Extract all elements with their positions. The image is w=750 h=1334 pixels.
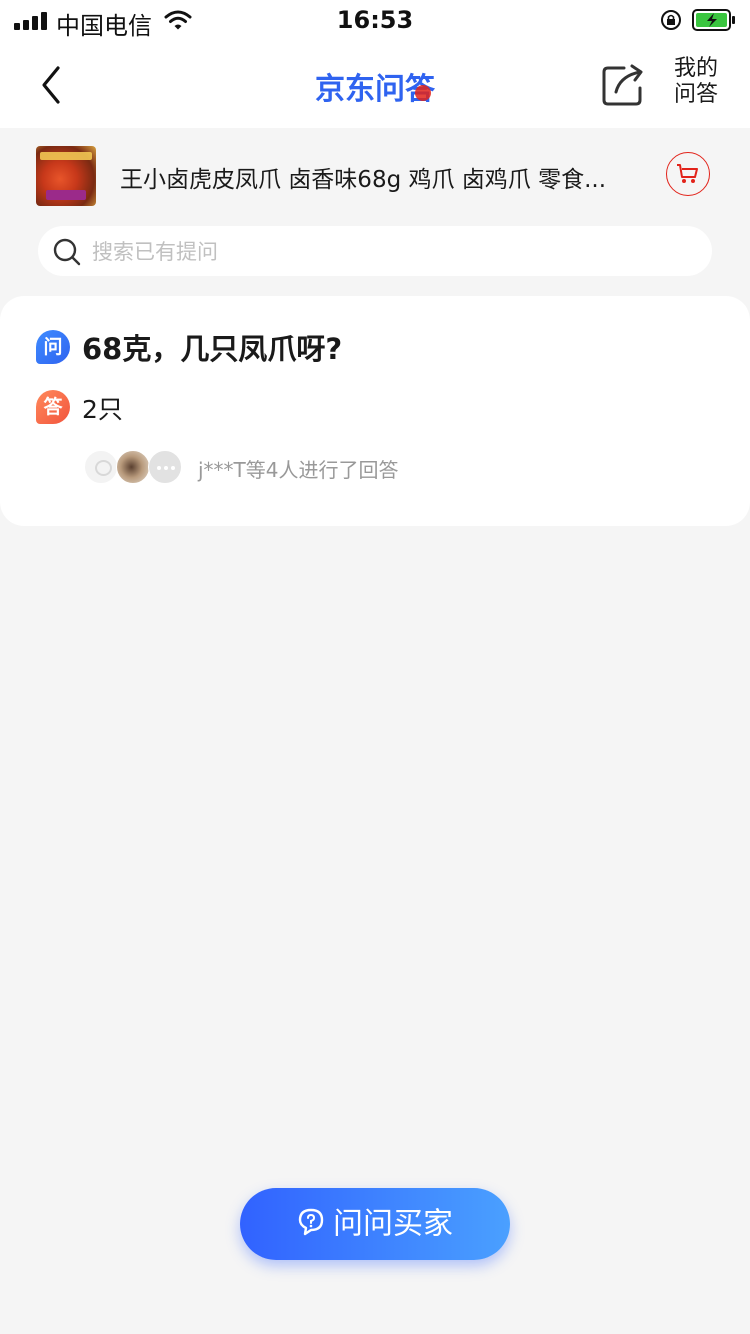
ask-buyers-label: 问问买家 <box>333 1206 453 1242</box>
search-input[interactable] <box>90 226 694 278</box>
my-qa-line1: 我的 <box>673 56 718 81</box>
back-chevron-icon[interactable] <box>32 62 72 108</box>
avatar <box>116 450 150 484</box>
status-bar: 中国电信 16:53 <box>0 0 750 42</box>
rotation-lock-icon <box>661 10 681 30</box>
question-badge: 问 <box>36 330 70 364</box>
share-icon[interactable] <box>600 62 646 108</box>
clock: 16:53 <box>336 6 414 34</box>
battery-icon <box>692 9 735 31</box>
cart-icon <box>677 164 698 183</box>
answered-summary: j***T等4人进行了回答 <box>198 458 399 482</box>
answer-badge: 答 <box>36 390 70 424</box>
my-qa-line2: 问答 <box>673 82 718 107</box>
search-bar[interactable] <box>38 226 712 278</box>
qa-card[interactable]: 问 68克，几只凤爪呀? 答 2只 j***T等4人进行了回答 <box>0 296 750 526</box>
chat-question-icon <box>298 1208 324 1235</box>
product-title[interactable]: 王小卤虎皮凤爪 卤香味68g 鸡爪 卤鸡爪 零食... <box>120 160 636 194</box>
search-icon <box>53 238 81 266</box>
avatar <box>84 450 118 484</box>
answerer-avatars <box>84 450 188 486</box>
product-thumbnail[interactable] <box>36 146 96 206</box>
answer-text[interactable]: 2只 <box>82 390 123 426</box>
ask-buyers-button[interactable]: 问问买家 <box>240 1188 510 1260</box>
product-header[interactable]: 王小卤虎皮凤爪 卤香味68g 鸡爪 卤鸡爪 零食... <box>0 128 750 224</box>
question-text[interactable]: 68克，几只凤爪呀? <box>82 326 342 368</box>
more-avatars-icon <box>148 450 182 484</box>
add-to-cart-button[interactable] <box>666 152 710 196</box>
my-qa-link[interactable]: 我的 问答 <box>668 56 724 108</box>
nav-bar: 京东问答 我的 问答 <box>0 42 750 128</box>
jd-qa-logo: 京东问答 <box>315 72 436 107</box>
